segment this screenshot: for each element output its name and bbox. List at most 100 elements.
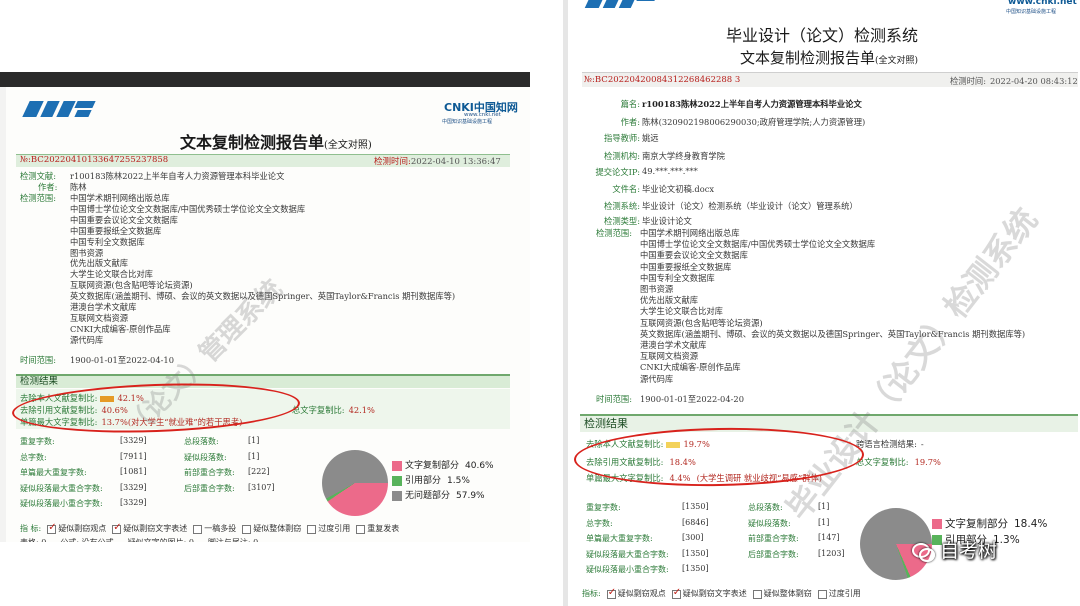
scope-item: 大学生论文联合比对库 — [640, 306, 723, 317]
indicator-row-right: 指标: 疑似剽窃观点 疑似剽窃文字表述 疑似整体剽窃 过度引用 — [582, 587, 861, 599]
stat-label: 疑似段落最小重合字数: — [586, 565, 669, 574]
legend-label: 文字复制部分 — [405, 461, 460, 471]
indicator-checkbox[interactable] — [606, 587, 616, 599]
stat-label: 总字数: — [20, 452, 47, 462]
stat-label: 前部重合字数: — [748, 534, 799, 543]
indicator-checkbox[interactable] — [671, 587, 681, 599]
stat-label: 总字数: — [586, 518, 613, 528]
detect-time: 检测时间:2022-04-10 13:36:47 — [374, 157, 501, 167]
stat-value: [1081] — [120, 467, 147, 476]
indicator-label: 疑似整体剽窃 — [253, 524, 302, 533]
field-label: 文件名: — [612, 184, 640, 194]
scope-item: 中国重要会议论文全文数据库 — [640, 250, 748, 261]
indicator-checkbox[interactable] — [242, 524, 252, 534]
indicator-checkbox[interactable] — [112, 522, 122, 534]
indicator-checkbox[interactable] — [752, 589, 762, 599]
stat-value: [1] — [248, 451, 260, 461]
cnki-logo-left — [20, 99, 98, 119]
indicator-label: 疑似剽窃文字表述 — [682, 589, 747, 598]
scope-item: 源代码库 — [640, 373, 674, 384]
stat-value: [1350] — [682, 564, 709, 573]
stat-value: [6846] — [682, 517, 709, 527]
stat-label: 后部重合字数: — [184, 483, 235, 493]
field-label: 提交论文IP: — [595, 167, 640, 177]
indicator-label: 一稿多投 — [204, 524, 237, 533]
legend-value: 40.6% — [465, 461, 494, 471]
indicator-checkbox[interactable] — [47, 522, 57, 534]
footer-item: 脚注与尾注: 0 — [208, 538, 258, 542]
right-report: www.cnki.net 中国知识基础设施工程 毕业设计（论文）检测系统 文本复… — [568, 0, 1080, 606]
stat-label: 总段落数: — [748, 503, 783, 512]
stat-value: [3329] — [120, 498, 147, 507]
cnki-subtitle-right: 中国知识基础设施工程 — [1006, 9, 1057, 15]
legend-label: 无问题部分 — [405, 491, 451, 501]
field-value: 49.***.***.*** — [642, 166, 698, 176]
report-title-right: 文本复制检测报告单(全文对照) — [740, 49, 919, 67]
field-label: 检测系统: — [604, 201, 640, 211]
report-title: 文本复制检测报告单(全文对照) — [180, 133, 372, 152]
time-range-value: 1900-01-01至2022-04-10 — [70, 355, 174, 365]
scope-item: 中国重要报纸全文数据库 — [640, 261, 732, 272]
footer-row: 表格: 0 公式: 没有公式 疑似文字的图片: 0 脚注与尾注: 0 — [20, 537, 272, 542]
left-report-sheet: CNKI中国知网 www.cnki.net 中国知识基础设施工程 文本复制检测报… — [6, 87, 530, 542]
results-header: 检测结果 — [16, 374, 510, 388]
indicator-checkbox[interactable] — [817, 589, 827, 599]
similarity-pie-chart — [322, 450, 388, 516]
footer-item: 公式: 没有公式 — [60, 538, 113, 542]
indicator-checkbox[interactable] — [307, 524, 317, 534]
indicator-label: 疑似剽窃观点 — [58, 524, 107, 533]
indicator-row: 指 标: 疑似剽窃观点 疑似剽窃文字表述 一稿多投 疑似整体剽窃 过度引用 重复发表 — [20, 522, 400, 534]
field-label: 检测类型: — [604, 216, 640, 226]
stat-value: [1203] — [818, 548, 845, 558]
field-label: 作者: — [620, 117, 640, 127]
photo-dark-edge — [0, 72, 530, 87]
scope-item: 互联网资源(包含贴吧等论坛资源) — [640, 317, 763, 328]
stat-value: [1350] — [682, 548, 709, 558]
legend-item: 文字复制部分 40.6% — [392, 458, 494, 471]
stat-label: 疑似段落数: — [184, 452, 227, 462]
footer-item: 表格: 0 — [20, 538, 46, 542]
stat-value: [1] — [818, 517, 830, 527]
indicator-label: 疑似整体剽窃 — [763, 589, 812, 598]
stat-label: 后部重合字数: — [748, 549, 799, 559]
system-title: 毕业设计（论文）检测系统 — [726, 26, 919, 45]
stat-label: 单篇最大重复字数: — [586, 534, 653, 543]
wechat-icon — [912, 542, 935, 562]
legend-swatch — [932, 519, 942, 529]
footer-item: 疑似文字的图片: 0 — [128, 538, 194, 542]
report-number-right: №:BC20220420084312268462288 3 — [584, 75, 741, 85]
field-label: 检测机构: — [604, 151, 640, 161]
legend-swatch — [392, 460, 402, 471]
scope-item: 图书资源 — [640, 284, 674, 294]
field-value: 毕业论文初稿.docx — [642, 184, 715, 194]
field-value: 毕业设计（论文）检测系统（毕业设计（论文）管理系统） — [642, 201, 858, 211]
legend-value: 57.9% — [456, 491, 485, 501]
scope-item: 中国学术期刊网络出版总库 — [640, 228, 740, 238]
wechat-watermark: 自考树 — [912, 536, 997, 563]
scope-item: 中国专利全文数据库 — [640, 272, 715, 283]
cnki-subtitle: 中国知识基础设施工程 — [442, 119, 493, 125]
indicator-label: 疑似剽窃观点 — [617, 589, 666, 598]
scope-item: CNKI大成编客-原创作品库 — [640, 362, 741, 373]
report-number: №:BC20220410133647255237858 — [20, 155, 169, 165]
cnki-brand-logo-right: www.cnki.net — [1008, 0, 1077, 7]
scope-label: 检测范围: — [20, 193, 56, 203]
field-value: 毕业设计论文 — [642, 216, 692, 226]
time-range-label: 时间范围: — [20, 355, 56, 365]
indicator-checkbox[interactable] — [193, 524, 203, 534]
stat-value: [147] — [818, 533, 840, 542]
left-report-photo: CNKI中国知网 www.cnki.net 中国知识基础设施工程 文本复制检测报… — [0, 72, 530, 542]
scope-item: 源代码库 — [70, 334, 104, 345]
time-range-label-right: 时间范围: — [596, 394, 632, 404]
indicators-label: 指 标: — [20, 524, 42, 533]
field-value: 陈林(32090219800629003­0;政府管理学院;人力资源管理) — [642, 117, 866, 127]
stat-label: 重复字数: — [586, 503, 621, 512]
indicators-label: 指标: — [582, 589, 601, 598]
legend-item: 引用部分 1.5% — [392, 473, 470, 486]
stat-value: [1350] — [682, 502, 709, 511]
scope-item: 优先出版文献库 — [640, 295, 699, 306]
stat-label: 重复字数: — [20, 437, 55, 446]
indicator-label: 重复发表 — [367, 524, 400, 533]
legend-item: 无问题部分 57.9% — [392, 488, 485, 501]
indicator-checkbox[interactable] — [356, 524, 366, 534]
